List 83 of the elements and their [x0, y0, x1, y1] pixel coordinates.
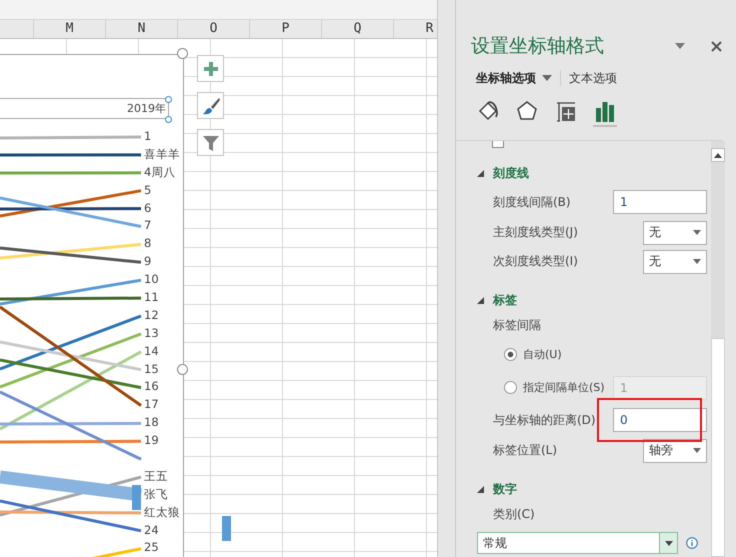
collapse-triangle-icon[interactable] [477, 170, 484, 176]
data-label: 19 [144, 433, 159, 448]
column-header[interactable]: Q [322, 20, 394, 38]
field-label: 刻度线间隔(B) [493, 194, 572, 210]
data-label: 5 [144, 182, 152, 197]
caret-icon [693, 448, 701, 453]
radio-button[interactable] [504, 348, 517, 361]
data-label: 8 [144, 236, 152, 250]
data-label: 24 [144, 522, 159, 537]
radio-label[interactable]: 自动(U) [523, 349, 707, 360]
data-label: 喜羊羊 [144, 146, 180, 161]
data-label: 7 [144, 218, 152, 232]
input-field[interactable]: 0 [613, 408, 707, 432]
format-tab[interactable] [593, 100, 617, 127]
field-label: 类别(C) [493, 506, 536, 523]
data-label: 25 [144, 540, 159, 554]
data-label: 张飞 [144, 486, 168, 501]
pane-title: 设置坐标轴格式 [471, 34, 605, 59]
close-icon [711, 40, 722, 52]
field-label: 主刻度线类型(J) [493, 224, 579, 241]
data-label: 1 [144, 129, 152, 143]
field-label: 标签间隔 [493, 317, 542, 334]
filter-icon [202, 134, 220, 152]
data-label: 12 [144, 308, 159, 322]
data-label: 9 [144, 254, 152, 268]
section-header[interactable]: 标签 [493, 292, 517, 308]
resize-handle[interactable] [177, 48, 188, 59]
column-header[interactable]: O [178, 20, 250, 38]
input-field[interactable]: 1 [613, 190, 707, 214]
dropdown[interactable]: 轴旁 [643, 438, 707, 462]
caret-icon [675, 43, 685, 49]
paintbrush-icon [202, 96, 220, 114]
bar-marker [222, 516, 231, 541]
tab[interactable]: 文本选项 [569, 70, 617, 86]
section-header[interactable]: 刻度线 [493, 164, 529, 182]
caret-icon [542, 75, 552, 81]
dropdown[interactable]: 常规 [477, 532, 678, 554]
field-label: 与坐标轴的距离(D) [493, 412, 597, 428]
dropdown[interactable]: 无 [643, 220, 707, 244]
field-label: 次刻度线类型(I) [493, 253, 579, 270]
column-header[interactable]: N [106, 20, 178, 38]
bar-chart-icon [594, 100, 616, 124]
data-label: 4周八 [144, 164, 176, 179]
section-header[interactable]: 数字 [493, 480, 517, 498]
caret-icon [714, 152, 722, 158]
data-label: 16 [144, 379, 159, 394]
data-label: 13 [144, 326, 159, 340]
tab[interactable]: 坐标轴选项 [476, 70, 552, 86]
data-label: 6 [144, 200, 152, 215]
data-label: 15 [144, 362, 159, 376]
data-label: 10 [144, 272, 159, 286]
selection-handle[interactable] [165, 96, 172, 103]
style-button[interactable] [197, 92, 224, 119]
collapse-triangle-icon[interactable] [477, 486, 484, 492]
bar-marker [132, 485, 141, 510]
dropdown[interactable]: 无 [643, 250, 707, 274]
info-icon[interactable] [686, 537, 698, 549]
column-header[interactable]: P [250, 20, 322, 38]
collapse-triangle-icon[interactable] [477, 296, 484, 304]
data-label: 18 [144, 415, 159, 430]
pane-options-button[interactable] [675, 43, 685, 49]
add-element-button[interactable] [197, 55, 224, 82]
caret-icon [693, 259, 701, 264]
data-label: 14 [144, 344, 159, 358]
scroll-thumb[interactable] [711, 338, 725, 557]
data-label: 红太狼 [144, 504, 180, 519]
close-button[interactable] [711, 40, 722, 52]
data-label: 17 [144, 397, 159, 412]
axis-title[interactable]: 2019年 [0, 98, 169, 119]
field-label: 标签位置(L) [493, 442, 558, 459]
data-label: 王五 [144, 468, 168, 483]
column-header[interactable]: M [34, 20, 106, 38]
size-properties-icon [555, 100, 577, 124]
caret-icon [693, 230, 701, 235]
filter-icon-button[interactable] [197, 129, 224, 156]
caret-icon [664, 540, 672, 546]
scroll-up-button[interactable] [711, 148, 725, 162]
selection-handle[interactable] [165, 116, 172, 123]
plus-icon [202, 60, 218, 76]
chart-area[interactable]: 2019年 1 喜羊羊 4周八 5 6 7 8 9 10 11 12 13 14 15 16 17 18 19 王五 张飞 红太狼 24 25 [0, 54, 184, 557]
resize-handle[interactable] [177, 364, 188, 375]
scrollbar[interactable] [711, 141, 725, 557]
data-label: 11 [144, 290, 159, 304]
